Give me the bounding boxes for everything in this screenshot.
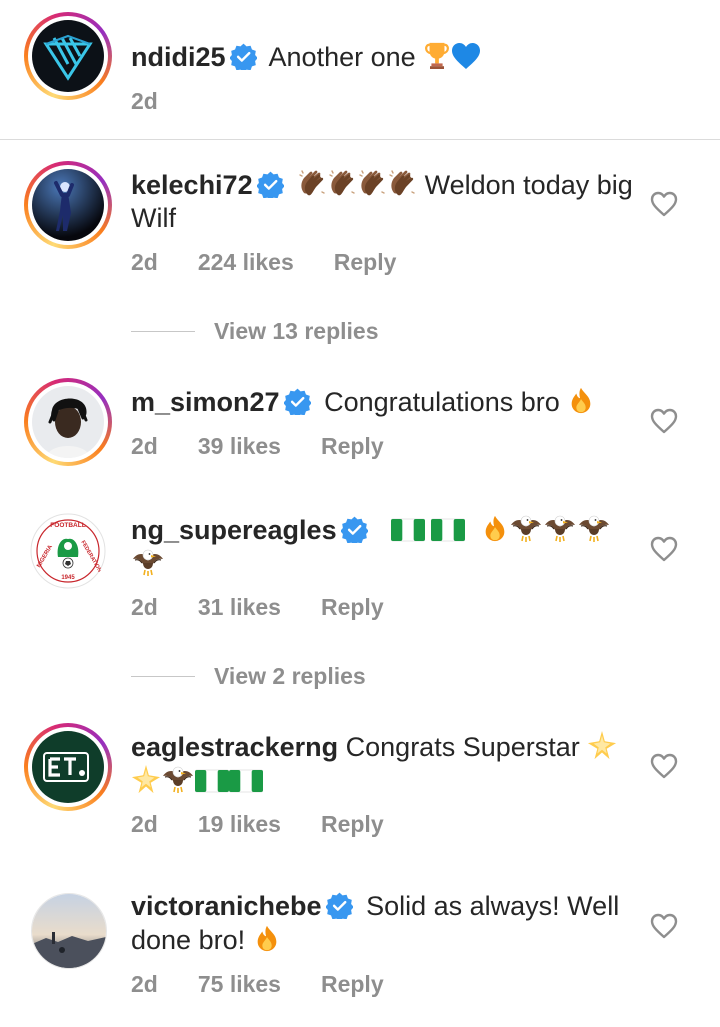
verified-badge-icon	[326, 892, 353, 919]
like-heart-icon[interactable]	[650, 913, 678, 939]
glowing-star-icon	[587, 730, 617, 760]
like-heart-icon[interactable]	[650, 191, 678, 217]
post-caption: ndidi25 Another one 2d	[0, 0, 720, 140]
comment-body-line1: Solid as always! Well	[366, 891, 620, 921]
comment-time: 2d	[131, 594, 158, 620]
verified-badge-icon	[230, 43, 257, 70]
kelechi-photo-icon	[32, 169, 104, 241]
caption-body: Another one	[268, 42, 416, 72]
like-heart-icon[interactable]	[650, 536, 678, 562]
nigeria-flag-icon	[229, 768, 263, 794]
fire-icon	[481, 513, 509, 543]
victor-photo-icon	[32, 894, 106, 968]
avatar-m-simon27[interactable]	[24, 378, 112, 466]
comment-meta: 2d 31 likes Reply	[131, 594, 384, 621]
fire-icon	[253, 923, 281, 953]
eaglestracker-logo-icon	[32, 731, 104, 803]
eagle-icon	[131, 547, 165, 577]
likes-count[interactable]: 75 likes	[198, 971, 281, 998]
trophy-icon	[423, 40, 451, 70]
comment-text: ng_supereagles	[131, 513, 641, 581]
comment-time: 2d	[131, 249, 158, 275]
reply-button[interactable]: Reply	[321, 594, 384, 621]
comment-body: Congratulations bro	[324, 387, 560, 417]
comment-meta: 2d 39 likes Reply	[131, 433, 384, 460]
comment-body-line2: done bro!	[131, 925, 246, 955]
fire-icon	[567, 385, 595, 415]
comment-body: Congrats Superstar	[345, 732, 580, 762]
like-heart-icon[interactable]	[650, 408, 678, 434]
comment-text: eaglestrackerng Congrats Superstar	[131, 730, 641, 798]
comment-time: 2d	[131, 433, 158, 459]
reply-button[interactable]: Reply	[321, 811, 384, 838]
verified-badge-icon	[284, 388, 311, 415]
glowing-star-icon	[131, 764, 161, 794]
verified-badge-icon	[257, 171, 284, 198]
m-simon-photo-icon	[32, 386, 104, 458]
likes-count[interactable]: 31 likes	[198, 594, 281, 621]
eagle-icon	[543, 513, 577, 543]
comment-username[interactable]: kelechi72	[131, 170, 253, 200]
comment-meta: 2d 75 likes Reply	[131, 971, 384, 998]
like-heart-icon[interactable]	[650, 753, 678, 779]
view-replies-button[interactable]: View 13 replies	[131, 318, 379, 345]
view-replies-label: View 13 replies	[214, 318, 379, 344]
likes-count[interactable]: 39 likes	[198, 433, 281, 460]
avatar-ndidi25[interactable]	[24, 12, 112, 100]
caption-text: ndidi25 Another one	[131, 40, 691, 74]
nigeria-flag-icon	[431, 517, 465, 543]
eagle-icon	[509, 513, 543, 543]
view-replies-button[interactable]: View 2 replies	[131, 663, 366, 690]
avatar-kelechi72[interactable]	[24, 161, 112, 249]
avatar-eaglestrackerng[interactable]	[24, 723, 112, 811]
clapping-hands-icon	[357, 168, 387, 198]
comment-text: kelechi72 Weldon today big Wilf	[131, 168, 641, 235]
avatar-ng-supereagles[interactable]: FOOTBALL NIGERIA FEDERATION 1945	[30, 513, 106, 589]
comment-text: m_simon27 Congratulations bro	[131, 385, 641, 419]
replies-divider	[131, 331, 195, 332]
caption-username[interactable]: ndidi25	[131, 42, 226, 72]
reply-button[interactable]: Reply	[321, 971, 384, 998]
likes-count[interactable]: 19 likes	[198, 811, 281, 838]
nigeria-flag-icon	[391, 517, 425, 543]
clapping-hands-icon	[297, 168, 327, 198]
comment-username[interactable]: eaglestrackerng	[131, 732, 338, 762]
caption-time: 2d	[131, 88, 158, 114]
avatar-victoranichebe[interactable]	[31, 893, 107, 969]
likes-count[interactable]: 224 likes	[198, 249, 294, 276]
clapping-hands-icon	[327, 168, 357, 198]
verified-badge-icon	[341, 516, 368, 543]
ndidi-logo-icon	[32, 20, 104, 92]
comment-meta: 2d 19 likes Reply	[131, 811, 384, 838]
view-replies-label: View 2 replies	[214, 663, 366, 689]
nigeria-flag-icon	[195, 768, 229, 794]
comment-username[interactable]: victoranichebe	[131, 891, 322, 921]
nff-crest-icon: FOOTBALL NIGERIA FEDERATION 1945	[30, 513, 106, 589]
replies-divider	[131, 676, 195, 677]
reply-button[interactable]: Reply	[321, 433, 384, 460]
comment-username[interactable]: m_simon27	[131, 387, 280, 417]
comment-time: 2d	[131, 811, 158, 837]
caption-meta: 2d	[131, 88, 158, 115]
svg-text:1945: 1945	[61, 575, 75, 581]
comment-username[interactable]: ng_supereagles	[131, 515, 337, 545]
eagle-icon	[577, 513, 611, 543]
svg-text:FOOTBALL: FOOTBALL	[50, 522, 85, 529]
eagle-icon	[161, 764, 195, 794]
clapping-hands-icon	[387, 168, 417, 198]
comment-time: 2d	[131, 971, 158, 997]
comment-text: victoranichebe Solid as always! Well don…	[131, 890, 641, 957]
reply-button[interactable]: Reply	[334, 249, 397, 276]
comment-meta: 2d 224 likes Reply	[131, 249, 396, 276]
blue-heart-icon	[451, 42, 481, 70]
